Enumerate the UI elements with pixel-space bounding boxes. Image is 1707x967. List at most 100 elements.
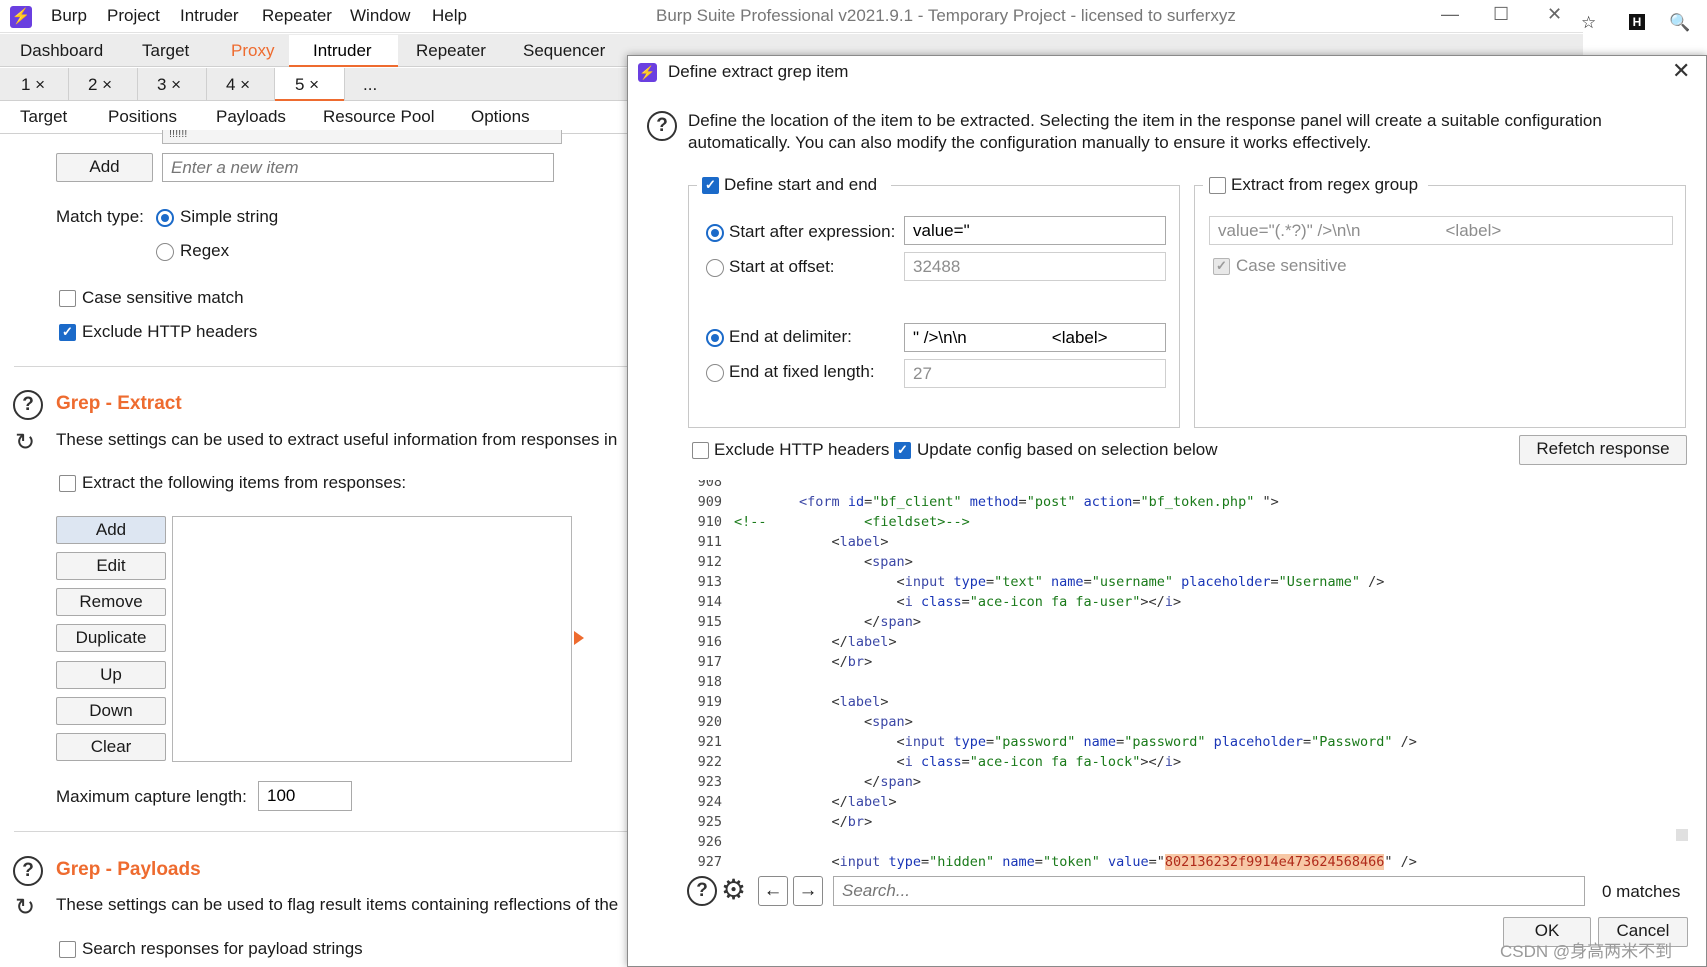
match-simple-radio[interactable] <box>156 209 174 227</box>
code-token: > <box>888 634 897 650</box>
code-token: = <box>1116 734 1125 750</box>
minimize-button[interactable]: — <box>1441 4 1459 25</box>
code-line: 914 <i class="ace-icon fa fa-user"></i> <box>688 592 1181 612</box>
menu-window[interactable]: Window <box>350 6 410 26</box>
extract-clear-button[interactable]: Clear <box>56 733 166 761</box>
extract-up-button[interactable]: Up <box>56 661 166 689</box>
menu-intruder[interactable]: Intruder <box>180 6 239 26</box>
maximize-button[interactable]: ☐ <box>1493 4 1509 25</box>
code-line: 919 <label> <box>688 692 889 712</box>
response-code-viewer[interactable]: 908 909 <form id="bf_client" method="post… <box>688 480 1687 870</box>
end-delimiter-label: End at delimiter: <box>729 327 852 346</box>
attack-tab-1[interactable]: 1 × <box>21 75 45 95</box>
menu-repeater[interactable]: Repeater <box>262 6 332 26</box>
subtab-options[interactable]: Options <box>471 107 530 127</box>
extension-h-icon[interactable]: H <box>1629 14 1645 30</box>
new-attack-tab[interactable]: ... <box>363 75 377 95</box>
subtab-target[interactable]: Target <box>20 107 67 127</box>
code-token: < <box>734 574 905 590</box>
tab-sequencer[interactable]: Sequencer <box>523 41 605 61</box>
start-after-label: Start after expression: <box>729 222 896 241</box>
dialog-exclude-headers-checkbox[interactable] <box>692 442 709 459</box>
code-token: span <box>880 614 913 630</box>
extract-items-checkbox[interactable] <box>59 475 76 492</box>
line-number: 920 <box>697 714 722 730</box>
previous-arrow-icon[interactable]: ← <box>758 876 788 906</box>
code-token: span <box>872 714 905 730</box>
start-after-input[interactable] <box>904 216 1166 245</box>
code-token: "ace-icon fa fa-user" <box>969 594 1141 610</box>
dialog-close-icon[interactable]: ✕ <box>1672 58 1690 84</box>
code-token: = <box>1132 494 1141 510</box>
extract-items-list[interactable] <box>172 516 572 762</box>
code-token: = <box>961 754 970 770</box>
tab-proxy[interactable]: Proxy <box>231 41 274 61</box>
next-arrow-icon[interactable]: → <box>793 876 823 906</box>
subtab-positions[interactable]: Positions <box>108 107 177 127</box>
max-capture-input[interactable] <box>258 781 352 811</box>
end-fixed-radio[interactable] <box>706 364 724 382</box>
code-token: = <box>920 854 930 870</box>
menu-project[interactable]: Project <box>107 6 160 26</box>
code-token: ></ <box>1140 594 1165 610</box>
add-match-button[interactable]: Add <box>56 153 153 182</box>
code-line: 925 </br> <box>688 812 873 832</box>
tab-dashboard[interactable]: Dashboard <box>20 41 103 61</box>
regex-input[interactable] <box>1209 216 1673 245</box>
extract-edit-button[interactable]: Edit <box>56 552 166 580</box>
end-fixed-input[interactable] <box>904 359 1166 388</box>
subtab-resource-pool[interactable]: Resource Pool <box>323 107 435 127</box>
extract-remove-button[interactable]: Remove <box>56 588 166 616</box>
regex-case-checkbox[interactable] <box>1213 258 1230 275</box>
search-input[interactable] <box>833 876 1585 906</box>
code-line: 913 <input type="text" name="username" p… <box>688 572 1385 592</box>
menu-burp[interactable]: Burp <box>51 6 87 26</box>
help-icon[interactable]: ? <box>13 856 43 886</box>
search-extension-icon[interactable]: 🔍 <box>1669 13 1690 33</box>
end-delimiter-radio[interactable] <box>706 329 724 347</box>
burp-logo-icon: ⚡ <box>10 6 32 28</box>
define-start-end-checkbox[interactable] <box>702 177 719 194</box>
tab-repeater[interactable]: Repeater <box>416 41 486 61</box>
code-token: "bf_client" <box>872 494 962 510</box>
menu-help[interactable]: Help <box>432 6 467 26</box>
refetch-response-button[interactable]: Refetch response <box>1519 435 1687 465</box>
code-token: = <box>1083 574 1092 590</box>
start-offset-radio[interactable] <box>706 259 724 277</box>
help-icon[interactable]: ? <box>687 876 717 906</box>
extract-add-button[interactable]: Add <box>56 516 166 544</box>
extract-duplicate-button[interactable]: Duplicate <box>56 624 166 652</box>
subtab-payloads[interactable]: Payloads <box>216 107 286 127</box>
scroll-thumb[interactable] <box>1676 829 1688 841</box>
attack-tab-2[interactable]: 2 × <box>88 75 112 95</box>
tab-target[interactable]: Target <box>142 41 189 61</box>
regex-group-checkbox[interactable] <box>1209 177 1226 194</box>
expand-arrow-icon[interactable] <box>574 631 584 645</box>
close-window-button[interactable]: ✕ <box>1547 4 1562 25</box>
line-number: 914 <box>697 594 722 610</box>
start-after-radio[interactable] <box>706 224 724 242</box>
restore-defaults-icon[interactable]: ↻ <box>15 428 35 457</box>
extract-items-label: Extract the following items from respons… <box>82 473 407 492</box>
match-regex-radio[interactable] <box>156 243 174 261</box>
extract-down-button[interactable]: Down <box>56 697 166 725</box>
help-icon[interactable]: ? <box>647 111 677 141</box>
star-icon[interactable]: ☆ <box>1581 13 1596 33</box>
update-config-checkbox[interactable] <box>894 442 911 459</box>
end-delimiter-input[interactable] <box>904 323 1166 352</box>
search-payloads-checkbox[interactable] <box>59 941 76 958</box>
tab-intruder[interactable]: Intruder <box>313 41 372 61</box>
line-number: 919 <box>697 694 722 710</box>
exclude-headers-checkbox[interactable] <box>59 324 76 341</box>
case-sensitive-checkbox[interactable] <box>59 290 76 307</box>
start-offset-input[interactable] <box>904 252 1166 281</box>
attack-tab-4[interactable]: 4 × <box>226 75 250 95</box>
attack-tab-5[interactable]: 5 × <box>295 75 319 95</box>
settings-gear-icon[interactable]: ⚙ <box>721 874 746 906</box>
restore-defaults-icon[interactable]: ↻ <box>15 893 35 922</box>
help-icon[interactable]: ? <box>13 390 43 420</box>
new-item-input[interactable] <box>162 153 554 182</box>
grep-match-list[interactable]: !!!!!! <box>162 130 562 144</box>
attack-tab-3[interactable]: 3 × <box>157 75 181 95</box>
code-token: > <box>904 554 913 570</box>
